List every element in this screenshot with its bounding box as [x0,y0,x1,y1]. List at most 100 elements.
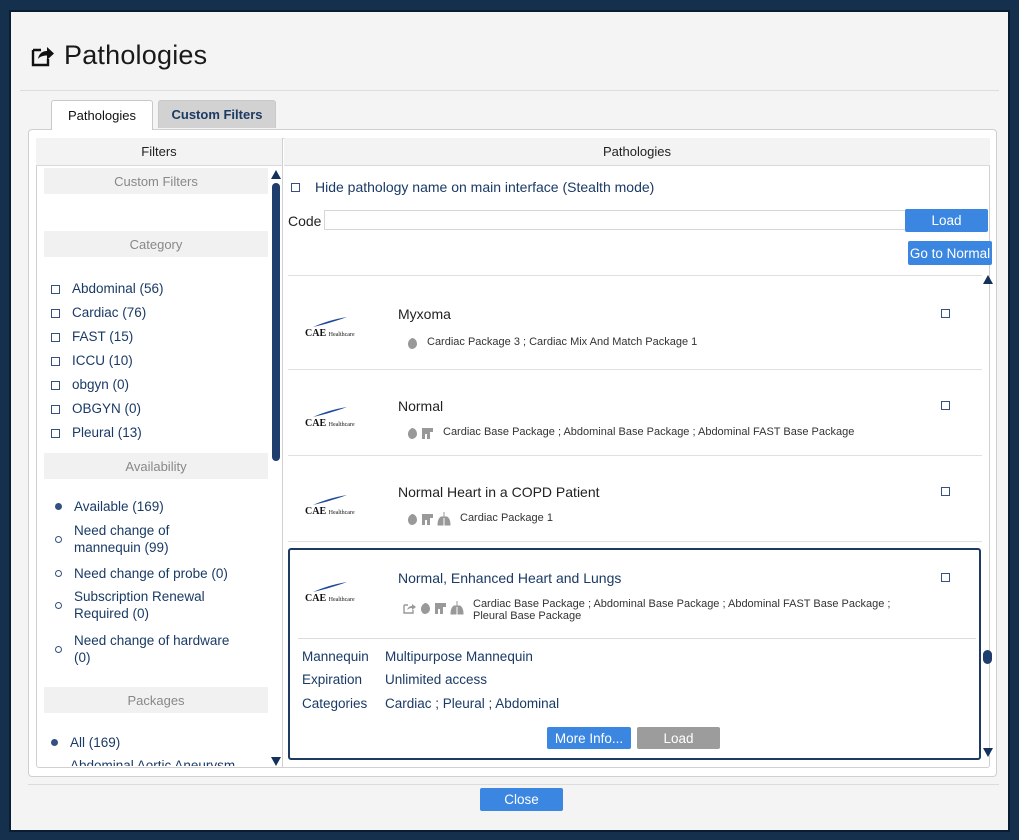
cae-logo: CAE Healthcare [305,581,355,604]
custom-filters-section-title: Custom Filters [44,168,268,194]
stealth-mode-option[interactable]: Hide pathology name on main interface (S… [288,179,654,195]
availability-subscription[interactable]: Subscription Renewal Required (0) [50,588,250,622]
category-pleural[interactable]: Pleural (13) [46,424,271,441]
filters-header: Filters [36,138,282,166]
tab-pathologies[interactable]: Pathologies [51,100,153,130]
go-to-normal-button[interactable]: Go to Normal [908,241,992,265]
checkbox[interactable] [51,285,60,294]
package-aaa-clip: Abdominal Aortic Aneurysm [46,757,272,766]
category-label: ICCU (10) [72,353,133,368]
radio-button[interactable] [55,602,62,609]
footer-divider [28,784,999,785]
lungs-icon [450,601,464,615]
availability-mannequin[interactable]: Need change of mannequin (99) [50,522,250,556]
pathologies-scroll-down-icon[interactable] [983,748,993,757]
pathology-select-checkbox[interactable] [941,487,950,496]
pathology-icons [407,426,437,440]
radio-button[interactable] [55,503,62,510]
heart-icon [408,426,417,439]
packages-text: Cardiac Package 1 [460,512,553,524]
cae-swoosh-icon [312,317,347,327]
pathology-select-checkbox[interactable] [941,309,950,318]
pathology-icons [407,336,421,350]
code-input[interactable] [324,210,906,230]
abdomen-icon [435,602,446,614]
package-all[interactable]: All (169) [46,734,271,751]
checkbox[interactable] [51,405,60,414]
pathology-name[interactable]: Normal, Enhanced Heart and Lungs [398,570,621,586]
pathology-name[interactable]: Normal Heart in a COPD Patient [398,484,600,500]
category-abdominal[interactable]: Abdominal (56) [46,280,271,297]
heart-icon [408,512,417,525]
category-cardiac[interactable]: Cardiac (76) [46,304,271,321]
radio-button[interactable] [51,739,58,746]
checkbox[interactable] [51,333,60,342]
category-obgyn[interactable]: OBGYN (0) [46,400,271,417]
pathologies-scrollbar-thumb[interactable] [983,650,992,664]
code-load-button[interactable]: Load [905,209,988,232]
package-label: All (169) [70,735,121,750]
stealth-checkbox[interactable] [291,182,300,192]
filters-scroll-down-icon[interactable] [271,757,281,766]
pathology-select-checkbox[interactable] [941,401,950,410]
pathology-select-checkbox[interactable] [941,573,950,582]
tab-custom-filters[interactable]: Custom Filters [158,100,276,128]
category-label: obgyn (0) [72,377,130,392]
pathology-packages: Cardiac Package 3 ; Cardiac Mix And Matc… [407,336,697,350]
mannequin-value: Multipurpose Mannequin [385,649,533,664]
availability-label: Subscription Renewal Required (0) [74,589,205,621]
logo-text: CAE Healthcare [305,506,355,517]
radio-button[interactable] [55,536,62,543]
category-label: Abdominal (56) [72,281,164,296]
cae-logo: CAE Healthcare [305,494,355,517]
availability-label: Need change of mannequin (99) [74,523,170,555]
logo-text: CAE Healthcare [305,328,355,339]
pathology-load-button[interactable]: Load [637,727,720,749]
dialog-title: Pathologies [30,40,207,71]
checkbox[interactable] [51,357,60,366]
logo-text: CAE Healthcare [305,593,355,604]
pathology-packages: Cardiac Package 1 [407,512,553,526]
filters-scroll-up-icon[interactable] [271,170,281,179]
availability-available[interactable]: Available (169) [50,498,250,515]
mannequin-label: Mannequin [302,649,369,664]
stealth-label: Hide pathology name on main interface (S… [315,179,655,195]
dialog-title-text: Pathologies [64,40,208,70]
pathology-name[interactable]: Normal [398,398,443,414]
filters-scrollbar-thumb[interactable] [272,183,280,461]
pathology-packages: Cardiac Base Package ; Abdominal Base Pa… [403,598,923,622]
category-label: Pleural (13) [72,425,142,440]
package-label: Abdominal Aortic Aneurysm [70,758,236,766]
pathology-icons [403,601,467,615]
item-divider [288,369,982,370]
packages-text: Cardiac Base Package ; Abdominal Base Pa… [473,598,891,622]
expiration-label: Expiration [302,672,363,687]
checkbox[interactable] [51,381,60,390]
radio-button[interactable] [55,570,62,577]
checkbox[interactable] [51,429,60,438]
cae-logo: CAE Healthcare [305,316,355,339]
availability-label: Need change of hardware (0) [74,633,230,665]
categories-value: Cardiac ; Pleural ; Abdominal [385,696,560,711]
availability-section-title: Availability [44,453,268,479]
category-obgyn-lower[interactable]: obgyn (0) [46,376,271,393]
pathologies-scroll-up-icon[interactable] [983,275,993,284]
cae-logo: CAE Healthcare [305,406,355,429]
list-top-divider [288,275,982,276]
pathology-name[interactable]: Myxoma [398,306,451,322]
availability-hardware[interactable]: Need change of hardware (0) [50,632,250,666]
item-divider [288,541,982,542]
radio-button[interactable] [55,646,62,653]
more-info-button[interactable]: More Info... [547,727,631,749]
availability-probe[interactable]: Need change of probe (0) [50,565,250,582]
checkbox[interactable] [51,309,60,318]
category-fast[interactable]: FAST (15) [46,328,271,345]
category-iccu[interactable]: ICCU (10) [46,352,271,369]
availability-label: Need change of probe (0) [74,566,228,581]
close-button[interactable]: Close [480,788,563,811]
package-aaa[interactable]: Abdominal Aortic Aneurysm [46,757,272,766]
pathologies-header: Pathologies [284,138,990,166]
share-icon [403,604,416,614]
category-label: OBGYN (0) [72,401,142,416]
category-label: FAST (15) [72,329,134,344]
